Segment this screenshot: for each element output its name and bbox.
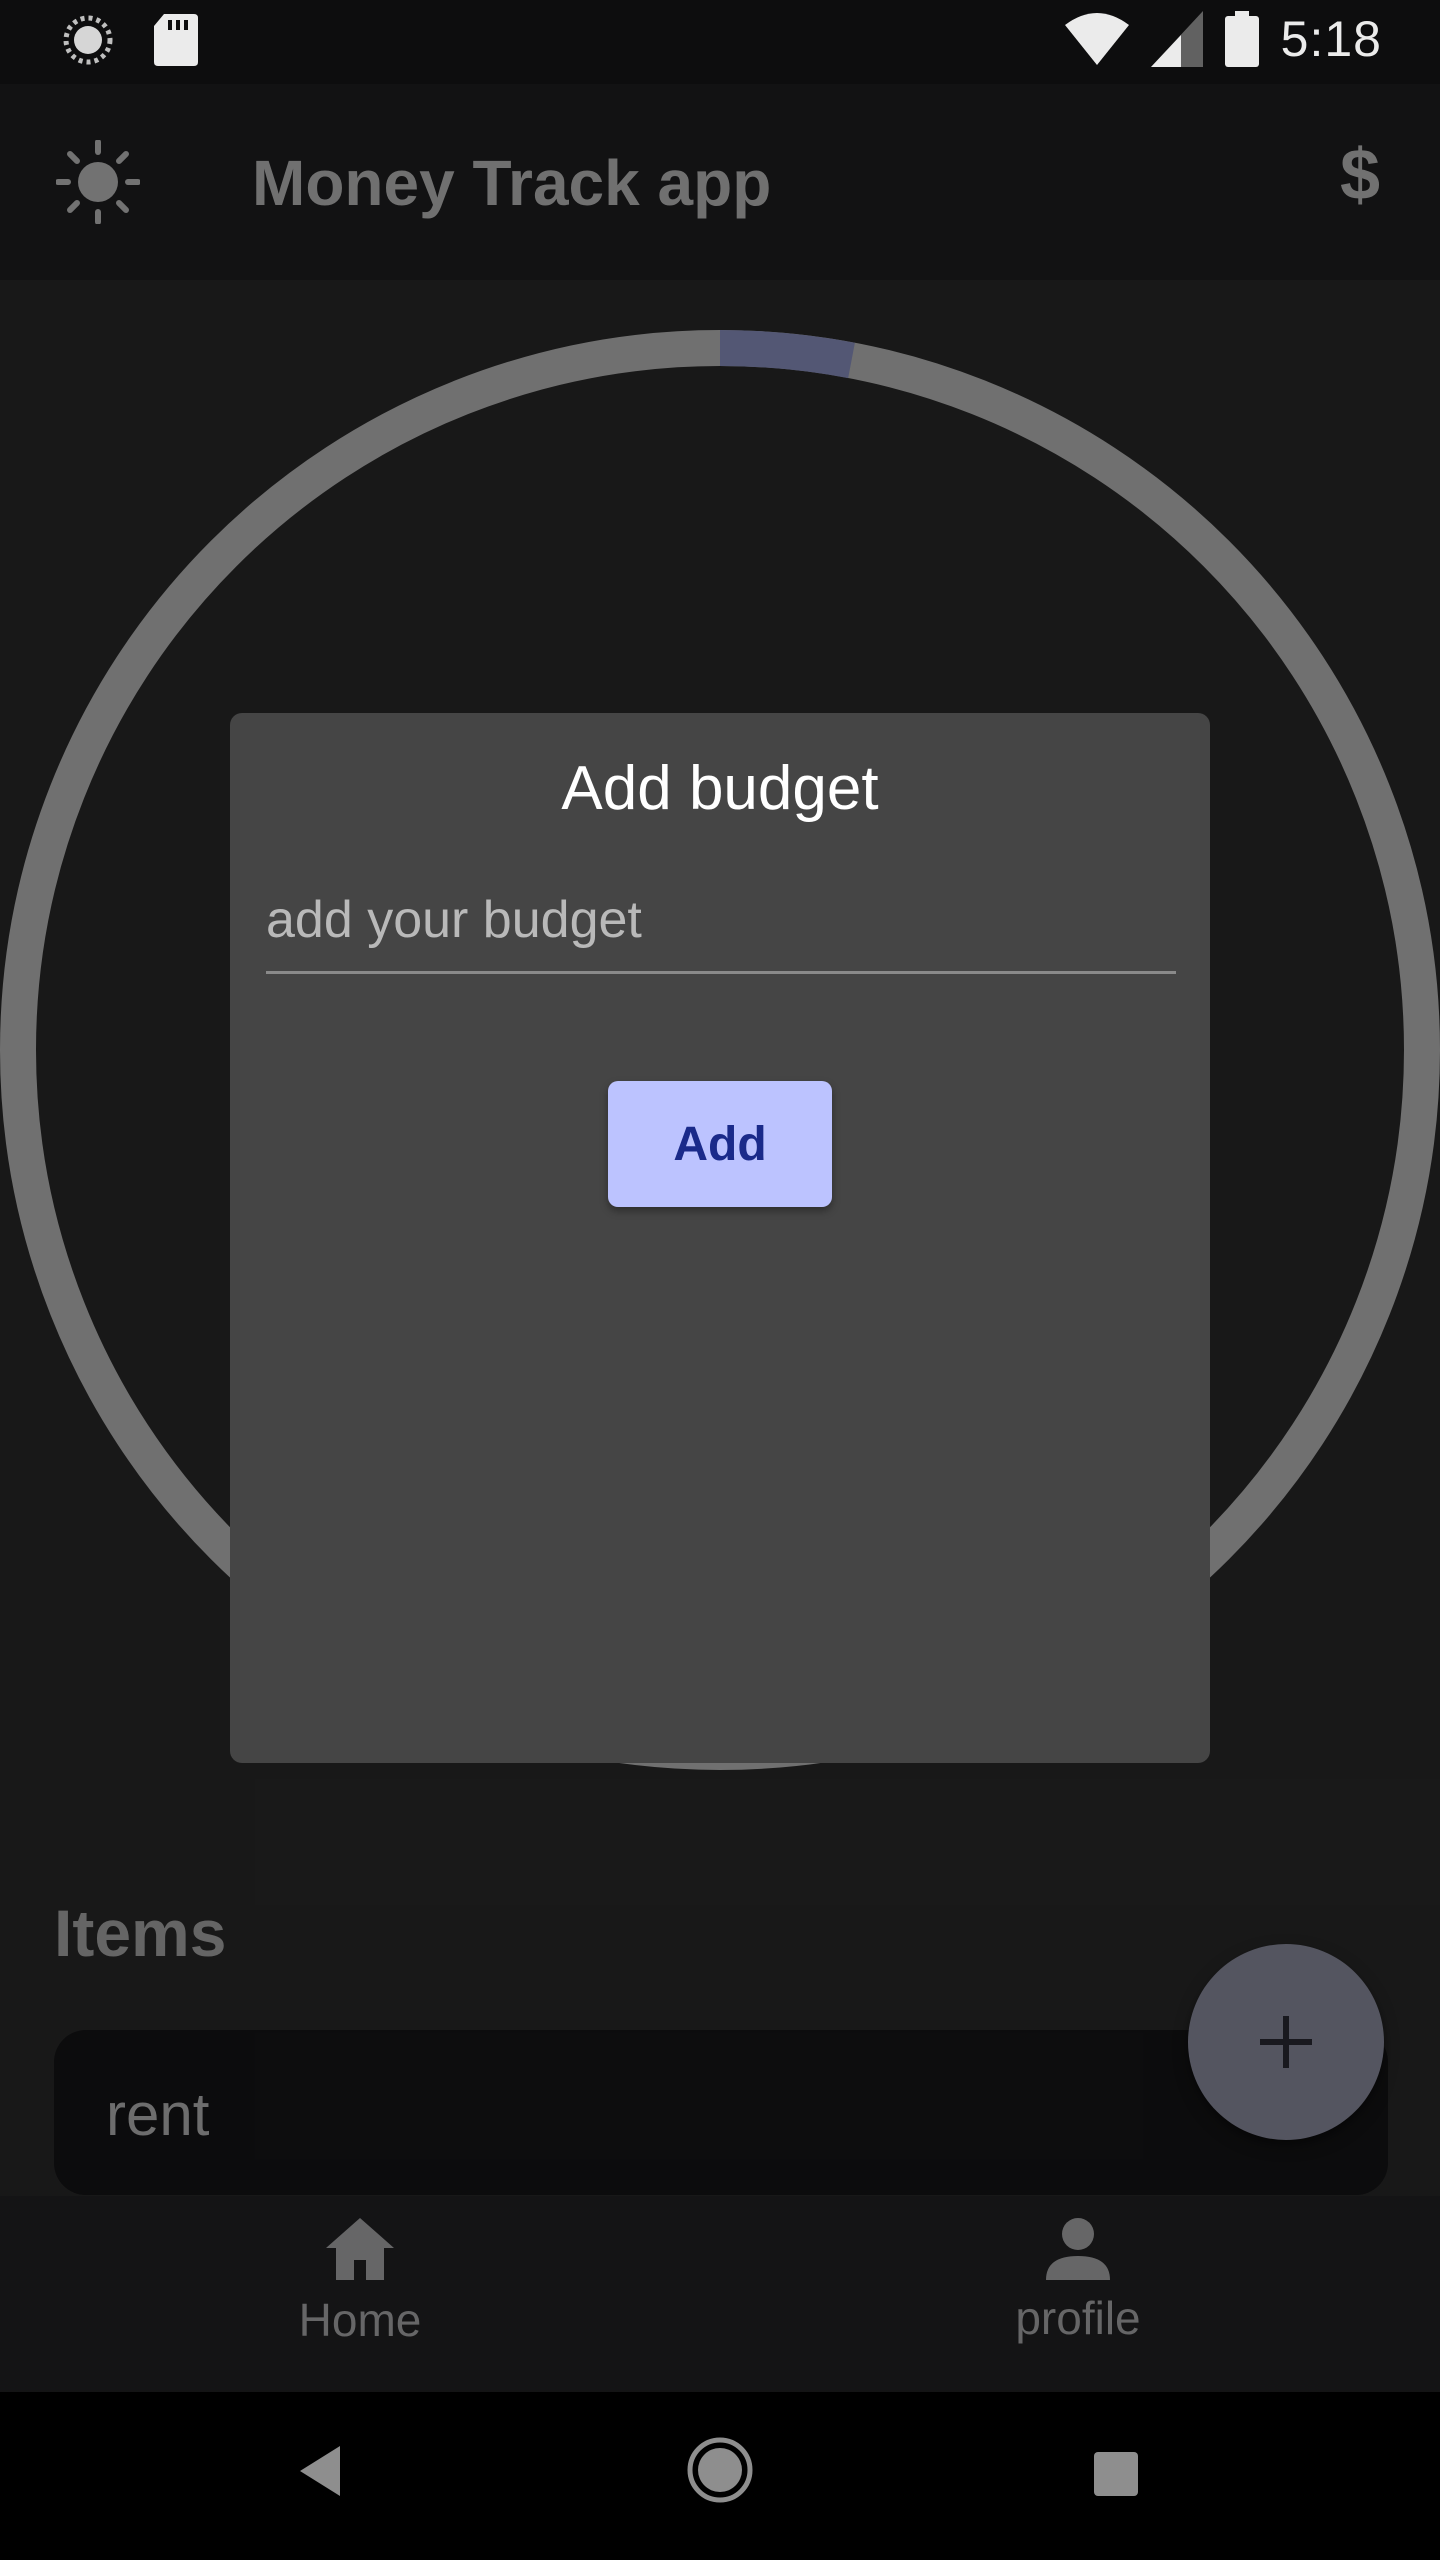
budget-input[interactable] — [266, 878, 1176, 974]
home-circle-icon[interactable] — [686, 2436, 754, 2504]
add-button[interactable]: Add — [608, 1081, 832, 1207]
recents-icon[interactable] — [1094, 2452, 1138, 2496]
back-icon[interactable] — [296, 2444, 344, 2498]
dialog-title: Add budget — [561, 754, 879, 823]
system-nav-bar — [0, 2392, 1440, 2560]
add-budget-dialog: Add budget Add — [230, 713, 1210, 1763]
app-screen: 5:18 Money Track app $ Items rent Home p… — [0, 0, 1440, 2560]
